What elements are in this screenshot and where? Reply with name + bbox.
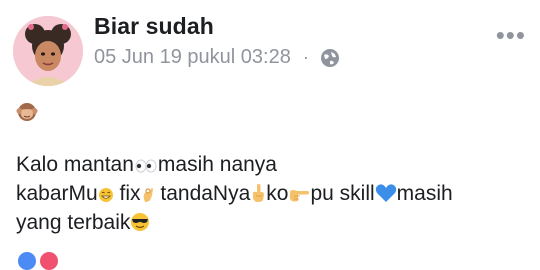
text-segment: masih (396, 182, 453, 205)
pointing-up-icon (253, 184, 265, 202)
text-segment: fix (113, 182, 141, 205)
post-meta: 05 Jun 19 pukul 03:28 · (94, 46, 341, 69)
ok-hand-icon (143, 188, 153, 202)
text-segment: tandaNya (154, 182, 251, 205)
like-reaction-icon (18, 252, 36, 270)
author-name[interactable]: Biar sudah (94, 13, 214, 40)
meta-separator: · (302, 47, 309, 67)
more-options-icon[interactable]: ••• (496, 22, 526, 48)
eyes-icon (135, 159, 157, 173)
text-line-3: yang terbaik (16, 208, 530, 237)
love-reaction-icon (40, 252, 58, 270)
text-segment: pu skill (310, 182, 375, 205)
text-segment: masih nanya (157, 153, 277, 176)
text-segment: kabarMu (16, 182, 98, 205)
text-segment: ko (266, 182, 289, 205)
post-timestamp[interactable]: 05 Jun 19 pukul 03:28 (94, 46, 291, 69)
avatar-illustration (13, 16, 83, 86)
text-line-2: kabarMu fix tandaNya ko pu skill masih (16, 179, 530, 208)
facebook-post: Biar sudah 05 Jun 19 pukul 03:28 · ••• K… (0, 0, 540, 270)
pointing-right-icon (290, 190, 310, 202)
monkey-face-icon (16, 103, 38, 121)
reaction-icons[interactable] (18, 252, 62, 270)
blue-heart-icon (375, 184, 396, 202)
globe-icon[interactable] (319, 47, 341, 69)
text-line-1: Kalo mantan masih nanya (16, 150, 530, 179)
author-avatar[interactable] (13, 16, 83, 86)
post-text: Kalo mantan masih nanya kabarMu fix tand… (16, 150, 530, 237)
sunglasses-face-icon (131, 213, 150, 231)
text-segment: yang terbaik (16, 211, 131, 234)
grin-icon (98, 188, 113, 202)
text-segment: Kalo mantan (16, 153, 134, 176)
